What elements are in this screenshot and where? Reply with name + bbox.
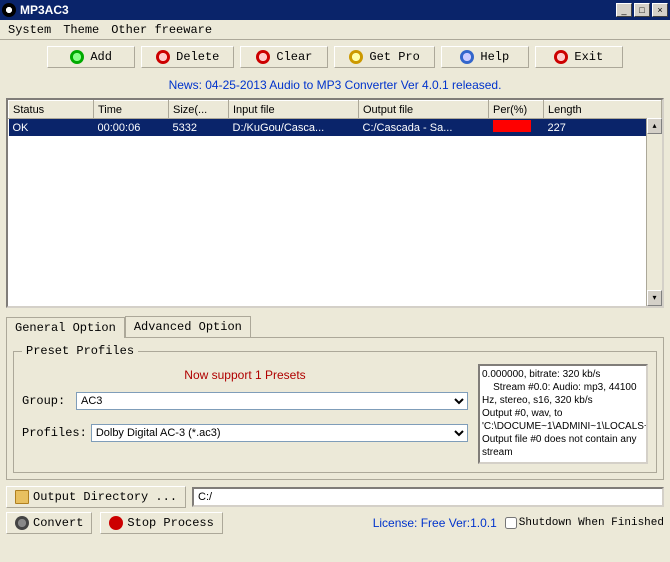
window-title: MP3AC3 [20,3,616,17]
col-output[interactable]: Output file [359,101,489,119]
clear-icon [256,50,270,64]
log-output[interactable]: 0.000000, bitrate: 320 kb/s Stream #0.0:… [478,364,648,464]
col-length[interactable]: Length [544,101,662,119]
progress-bar [493,120,531,132]
toolbar: Add Delete Clear Get Pro Help Exit [0,40,670,74]
add-button[interactable]: Add [47,46,135,68]
group-select[interactable]: AC3 [76,392,468,410]
output-directory-button[interactable]: Output Directory ... [6,486,186,508]
delete-icon [156,50,170,64]
col-status[interactable]: Status [9,101,94,119]
license-text: License: Free Ver:1.0.1 [373,516,497,530]
news-banner: News: 04-25-2013 Audio to MP3 Converter … [0,74,670,98]
app-icon [2,3,16,17]
convert-label: Convert [33,516,83,530]
help-label: Help [480,50,509,64]
scroll-up-icon[interactable]: ▴ [647,118,662,134]
convert-button[interactable]: Convert [6,512,92,534]
title-bar: MP3AC3 _ □ × [0,0,670,20]
vertical-scrollbar[interactable]: ▴ ▾ [646,118,662,306]
group-label: Group: [22,394,72,408]
shutdown-text: Shutdown When Finished [519,517,664,529]
maximize-button[interactable]: □ [634,3,650,17]
gear-icon [15,516,29,530]
clear-button[interactable]: Clear [240,46,328,68]
help-button[interactable]: Help [441,46,529,68]
menu-other-freeware[interactable]: Other freeware [107,21,216,39]
pro-icon [349,50,363,64]
menu-theme[interactable]: Theme [59,21,103,39]
preset-legend: Preset Profiles [22,344,138,358]
delete-button[interactable]: Delete [141,46,234,68]
table-row[interactable]: OK 00:00:06 5332 D:/KuGou/Casca... C:/Ca… [9,119,662,137]
menu-system[interactable]: System [4,21,55,39]
shutdown-checkbox-label[interactable]: Shutdown When Finished [505,517,664,529]
help-icon [460,50,474,64]
close-button[interactable]: × [652,3,668,17]
minimize-button[interactable]: _ [616,3,632,17]
stop-icon [109,516,123,530]
cell-output: C:/Cascada - Sa... [359,119,489,137]
stop-label: Stop Process [127,516,213,530]
tab-advanced[interactable]: Advanced Option [125,316,251,337]
exit-button[interactable]: Exit [535,46,623,68]
getpro-label: Get Pro [369,50,419,64]
option-tabs: General Option Advanced Option [6,316,664,337]
cell-per [489,119,544,137]
getpro-button[interactable]: Get Pro [334,46,434,68]
delete-label: Delete [176,50,219,64]
cell-length: 227 [544,119,662,137]
tab-panel-general: Preset Profiles Now support 1 Presets Gr… [6,337,664,480]
col-time[interactable]: Time [94,101,169,119]
tab-general[interactable]: General Option [6,317,125,338]
col-input[interactable]: Input file [229,101,359,119]
output-directory-input[interactable] [192,487,664,507]
file-table[interactable]: Status Time Size(... Input file Output f… [6,98,664,308]
cell-status: OK [9,119,94,137]
shutdown-checkbox[interactable] [505,517,517,529]
scroll-down-icon[interactable]: ▾ [647,290,662,306]
col-per[interactable]: Per(%) [489,101,544,119]
col-size[interactable]: Size(... [169,101,229,119]
cell-input: D:/KuGou/Casca... [229,119,359,137]
folder-icon [15,490,29,504]
cell-size: 5332 [169,119,229,137]
add-icon [70,50,84,64]
profiles-label: Profiles: [22,426,87,440]
menu-bar: System Theme Other freeware [0,20,670,40]
stop-process-button[interactable]: Stop Process [100,512,222,534]
profiles-select[interactable]: Dolby Digital AC-3 (*.ac3) [91,424,468,442]
preset-profiles-group: Preset Profiles Now support 1 Presets Gr… [13,344,657,473]
outdir-label: Output Directory ... [33,490,177,504]
clear-label: Clear [276,50,312,64]
preset-title: Now support 1 Presets [22,364,468,392]
exit-icon [554,50,568,64]
exit-label: Exit [574,50,603,64]
cell-time: 00:00:06 [94,119,169,137]
add-label: Add [90,50,112,64]
